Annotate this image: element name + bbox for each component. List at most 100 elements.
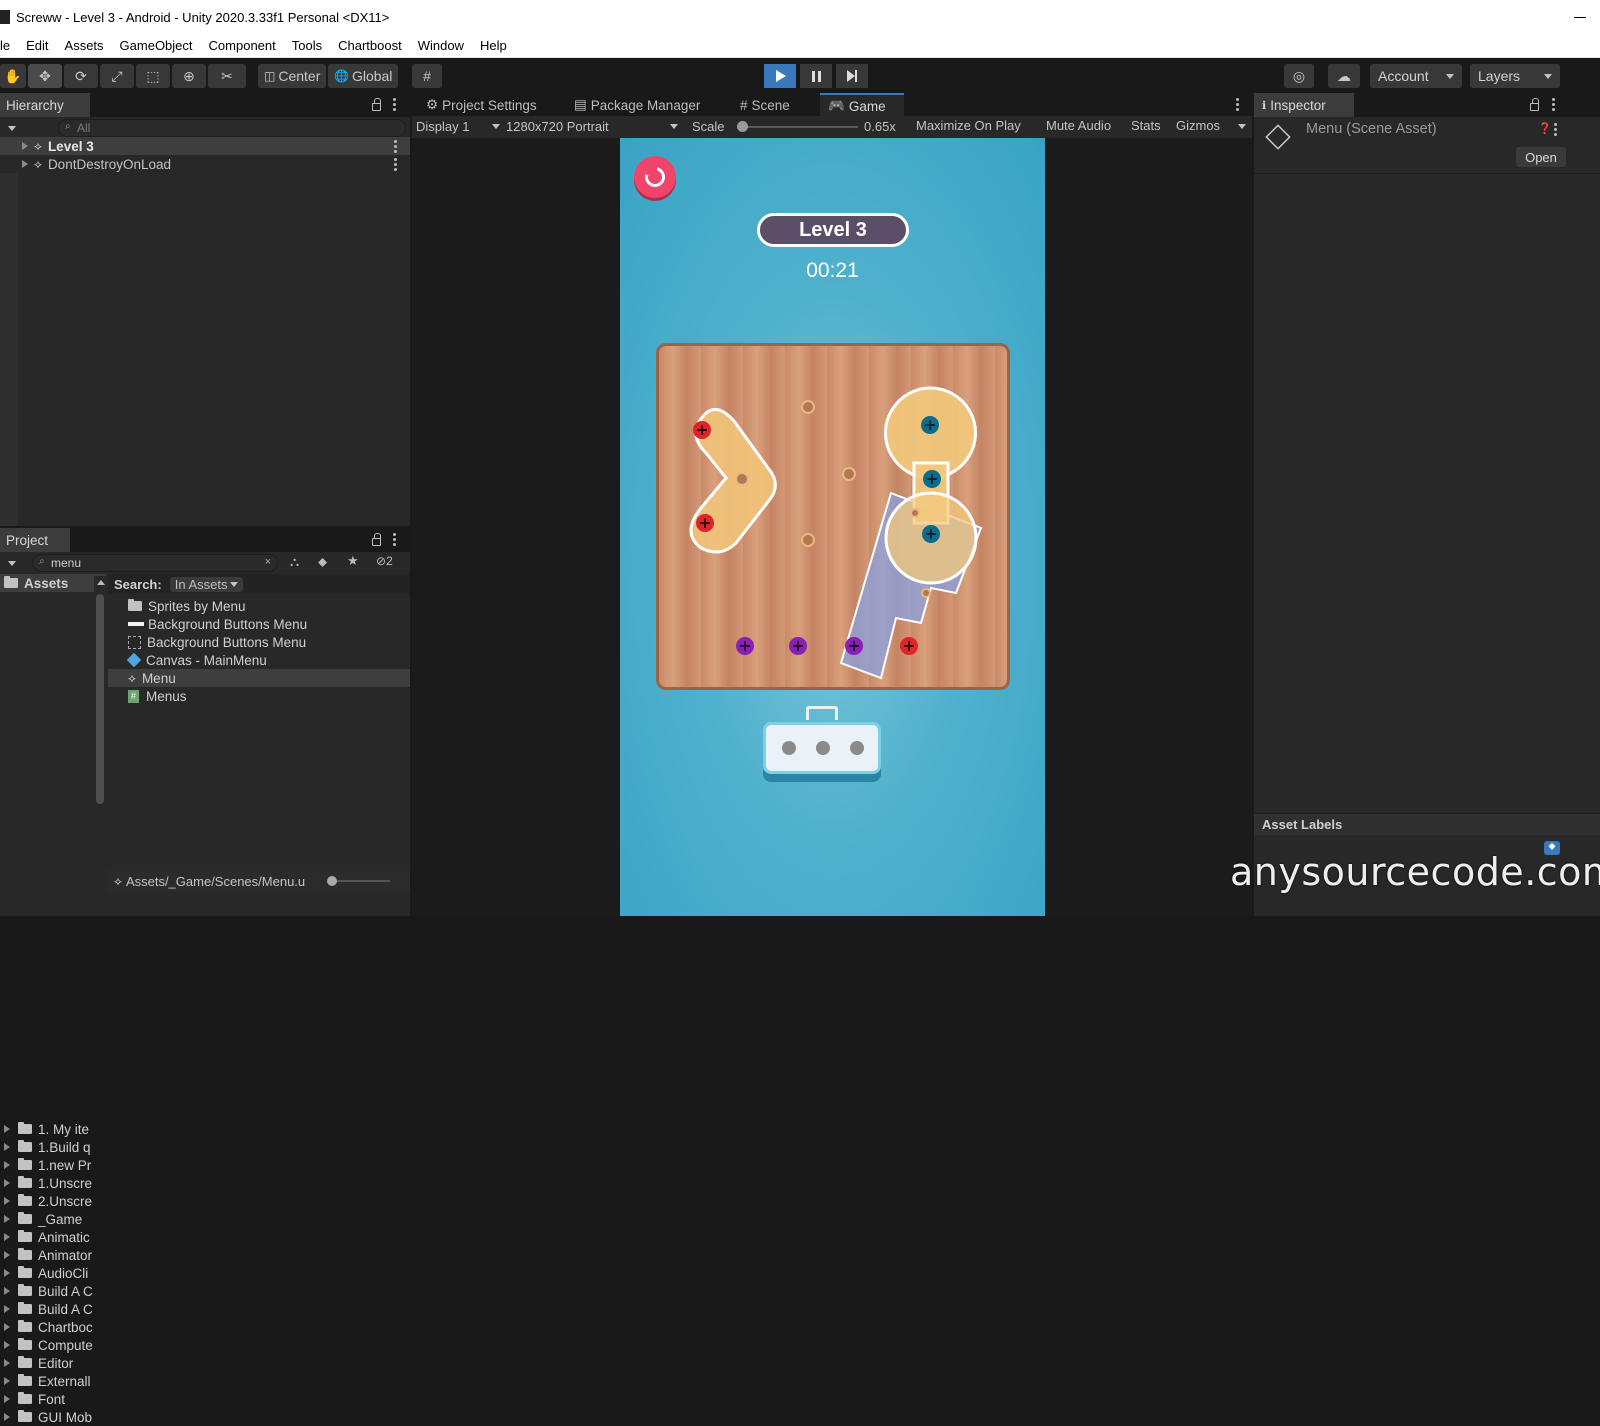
expand-arrow-icon[interactable] [4, 1251, 10, 1259]
collab-icon[interactable]: ◎ [1284, 64, 1314, 88]
open-button[interactable]: Open [1516, 147, 1566, 167]
expand-arrow-icon[interactable] [4, 1377, 10, 1385]
tab-game[interactable]: 🎮 Game [820, 93, 904, 117]
move-tool-icon[interactable]: ✥ [28, 64, 62, 88]
expand-arrow-icon[interactable] [4, 1143, 10, 1151]
tree-scrollbar[interactable] [94, 576, 106, 916]
expand-arrow-icon[interactable] [4, 1359, 10, 1367]
tree-folder-item[interactable]: AudioCli [0, 1264, 94, 1282]
create-dropdown-icon[interactable] [8, 561, 16, 566]
more-options-icon[interactable] [1554, 123, 1557, 136]
search-scope-dropdown[interactable]: In Assets [169, 576, 244, 592]
tree-folder-item[interactable]: 1.new Pr [0, 1156, 94, 1174]
grid-snap-icon[interactable]: # [412, 64, 442, 88]
row-menu-icon[interactable] [394, 158, 397, 171]
tree-root-assets[interactable]: Assets [0, 574, 106, 592]
tree-folder-item[interactable]: Chartboc [0, 1318, 94, 1336]
maximize-on-play-toggle[interactable]: Maximize On Play [916, 118, 1021, 133]
more-options-icon[interactable] [1236, 98, 1239, 111]
custom-tool-icon[interactable]: ✂ [208, 64, 246, 88]
menu-file[interactable]: le [0, 38, 18, 53]
step-button[interactable] [836, 64, 868, 88]
stats-toggle[interactable]: Stats [1131, 118, 1161, 133]
menu-help[interactable]: Help [472, 38, 515, 53]
result-background-buttons-menu-2[interactable]: Background Buttons Menu [128, 633, 306, 651]
result-background-buttons-menu-1[interactable]: Background Buttons Menu [128, 615, 307, 633]
hierarchy-row-dontdestroy[interactable]: ⟡ DontDestroyOnLoad [0, 155, 410, 173]
expand-arrow-icon[interactable] [4, 1395, 10, 1403]
result-menu-scene[interactable]: ⟡ Menu [108, 669, 410, 687]
menu-assets[interactable]: Assets [57, 38, 112, 53]
scale-slider-thumb[interactable] [737, 121, 748, 132]
tree-folder-item[interactable]: Compute [0, 1336, 94, 1354]
tab-package-manager[interactable]: ▤ Package Manager [566, 93, 708, 117]
resolution-dropdown[interactable]: 1280x720 Portrait [502, 116, 680, 136]
menu-window[interactable]: Window [410, 38, 472, 53]
transform-tool-icon[interactable]: ⊕ [172, 64, 206, 88]
filter-label-icon[interactable]: ⬥ [318, 554, 327, 570]
expand-arrow-icon[interactable] [22, 160, 28, 168]
tree-folder-item[interactable]: 1.Unscre [0, 1174, 94, 1192]
gizmos-dropdown-icon[interactable] [1238, 124, 1246, 129]
account-dropdown[interactable]: Account [1370, 64, 1462, 88]
result-sprites-by-menu[interactable]: Sprites by Menu [128, 597, 246, 615]
hierarchy-search-input[interactable]: ⌕ All [58, 119, 406, 137]
more-options-icon[interactable] [1552, 98, 1555, 111]
expand-arrow-icon[interactable] [4, 1233, 10, 1241]
help-icon[interactable]: ❓ [1538, 122, 1552, 135]
display-dropdown[interactable]: Display 1 [412, 116, 502, 136]
tree-folder-item[interactable]: Animator [0, 1246, 94, 1264]
project-search-input[interactable]: ⌕ menu × [32, 554, 278, 572]
cloud-icon[interactable]: ☁ [1328, 64, 1360, 88]
pause-button[interactable] [800, 64, 832, 88]
menu-chartboost[interactable]: Chartboost [330, 38, 410, 53]
expand-arrow-icon[interactable] [4, 1341, 10, 1349]
restart-button[interactable] [634, 156, 676, 198]
clear-search-icon[interactable]: × [265, 556, 271, 568]
expand-arrow-icon[interactable] [4, 1179, 10, 1187]
tab-project[interactable]: Project [0, 528, 70, 552]
tree-folder-item[interactable]: 1. My ite [0, 1120, 94, 1138]
more-options-icon[interactable] [393, 98, 396, 111]
menu-component[interactable]: Component [201, 38, 284, 53]
tree-folder-item[interactable]: 1.Build q [0, 1138, 94, 1156]
hierarchy-row-scene[interactable]: ⟡ Level 3 [0, 137, 410, 155]
tab-project-settings[interactable]: ⚙ Project Settings [418, 93, 545, 117]
expand-arrow-icon[interactable] [4, 1413, 10, 1421]
tree-folder-item[interactable]: Editor [0, 1354, 94, 1372]
result-canvas-mainmenu[interactable]: Canvas - MainMenu [126, 651, 267, 669]
tree-folder-item[interactable]: Animatic [0, 1228, 94, 1246]
layers-dropdown[interactable]: Layers [1470, 64, 1560, 88]
tab-scene[interactable]: # Scene [732, 93, 798, 117]
scale-slider[interactable] [737, 121, 858, 132]
icon-size-slider[interactable] [327, 876, 390, 886]
expand-arrow-icon[interactable] [4, 1305, 10, 1313]
screw-box[interactable] [763, 722, 881, 774]
tab-inspector[interactable]: ℹ Inspector [1254, 93, 1354, 117]
tree-folder-item[interactable]: _Game [0, 1210, 94, 1228]
gizmos-toggle[interactable]: Gizmos [1176, 118, 1220, 133]
favorite-star-icon[interactable]: ★ [347, 553, 359, 569]
row-menu-icon[interactable] [394, 140, 397, 153]
filter-type-icon[interactable]: ⛬ [290, 554, 299, 570]
result-menus-script[interactable]: # Menus [128, 687, 187, 705]
tree-folder-item[interactable]: GUI Mob [0, 1408, 94, 1426]
expand-arrow-icon[interactable] [22, 142, 28, 150]
menu-edit[interactable]: Edit [18, 38, 56, 53]
rect-tool-icon[interactable]: ⬚ [136, 64, 170, 88]
pivot-center-button[interactable]: ◫ Center [258, 64, 326, 88]
menu-gameobject[interactable]: GameObject [112, 38, 201, 53]
expand-arrow-icon[interactable] [4, 1269, 10, 1277]
tree-folder-item[interactable]: Build A C [0, 1282, 94, 1300]
expand-arrow-icon[interactable] [4, 1197, 10, 1205]
menu-tools[interactable]: Tools [284, 38, 330, 53]
tree-folder-item[interactable]: 2.Unscre [0, 1192, 94, 1210]
expand-arrow-icon[interactable] [4, 1125, 10, 1133]
tree-folder-item[interactable]: Build A C [0, 1300, 94, 1318]
window-control[interactable] [1560, 0, 1600, 34]
expand-arrow-icon[interactable] [4, 1161, 10, 1169]
play-button[interactable] [764, 64, 796, 88]
hand-tool-icon[interactable]: ✋ [0, 64, 26, 88]
create-dropdown-icon[interactable] [8, 126, 16, 131]
lock-icon[interactable] [372, 98, 381, 111]
